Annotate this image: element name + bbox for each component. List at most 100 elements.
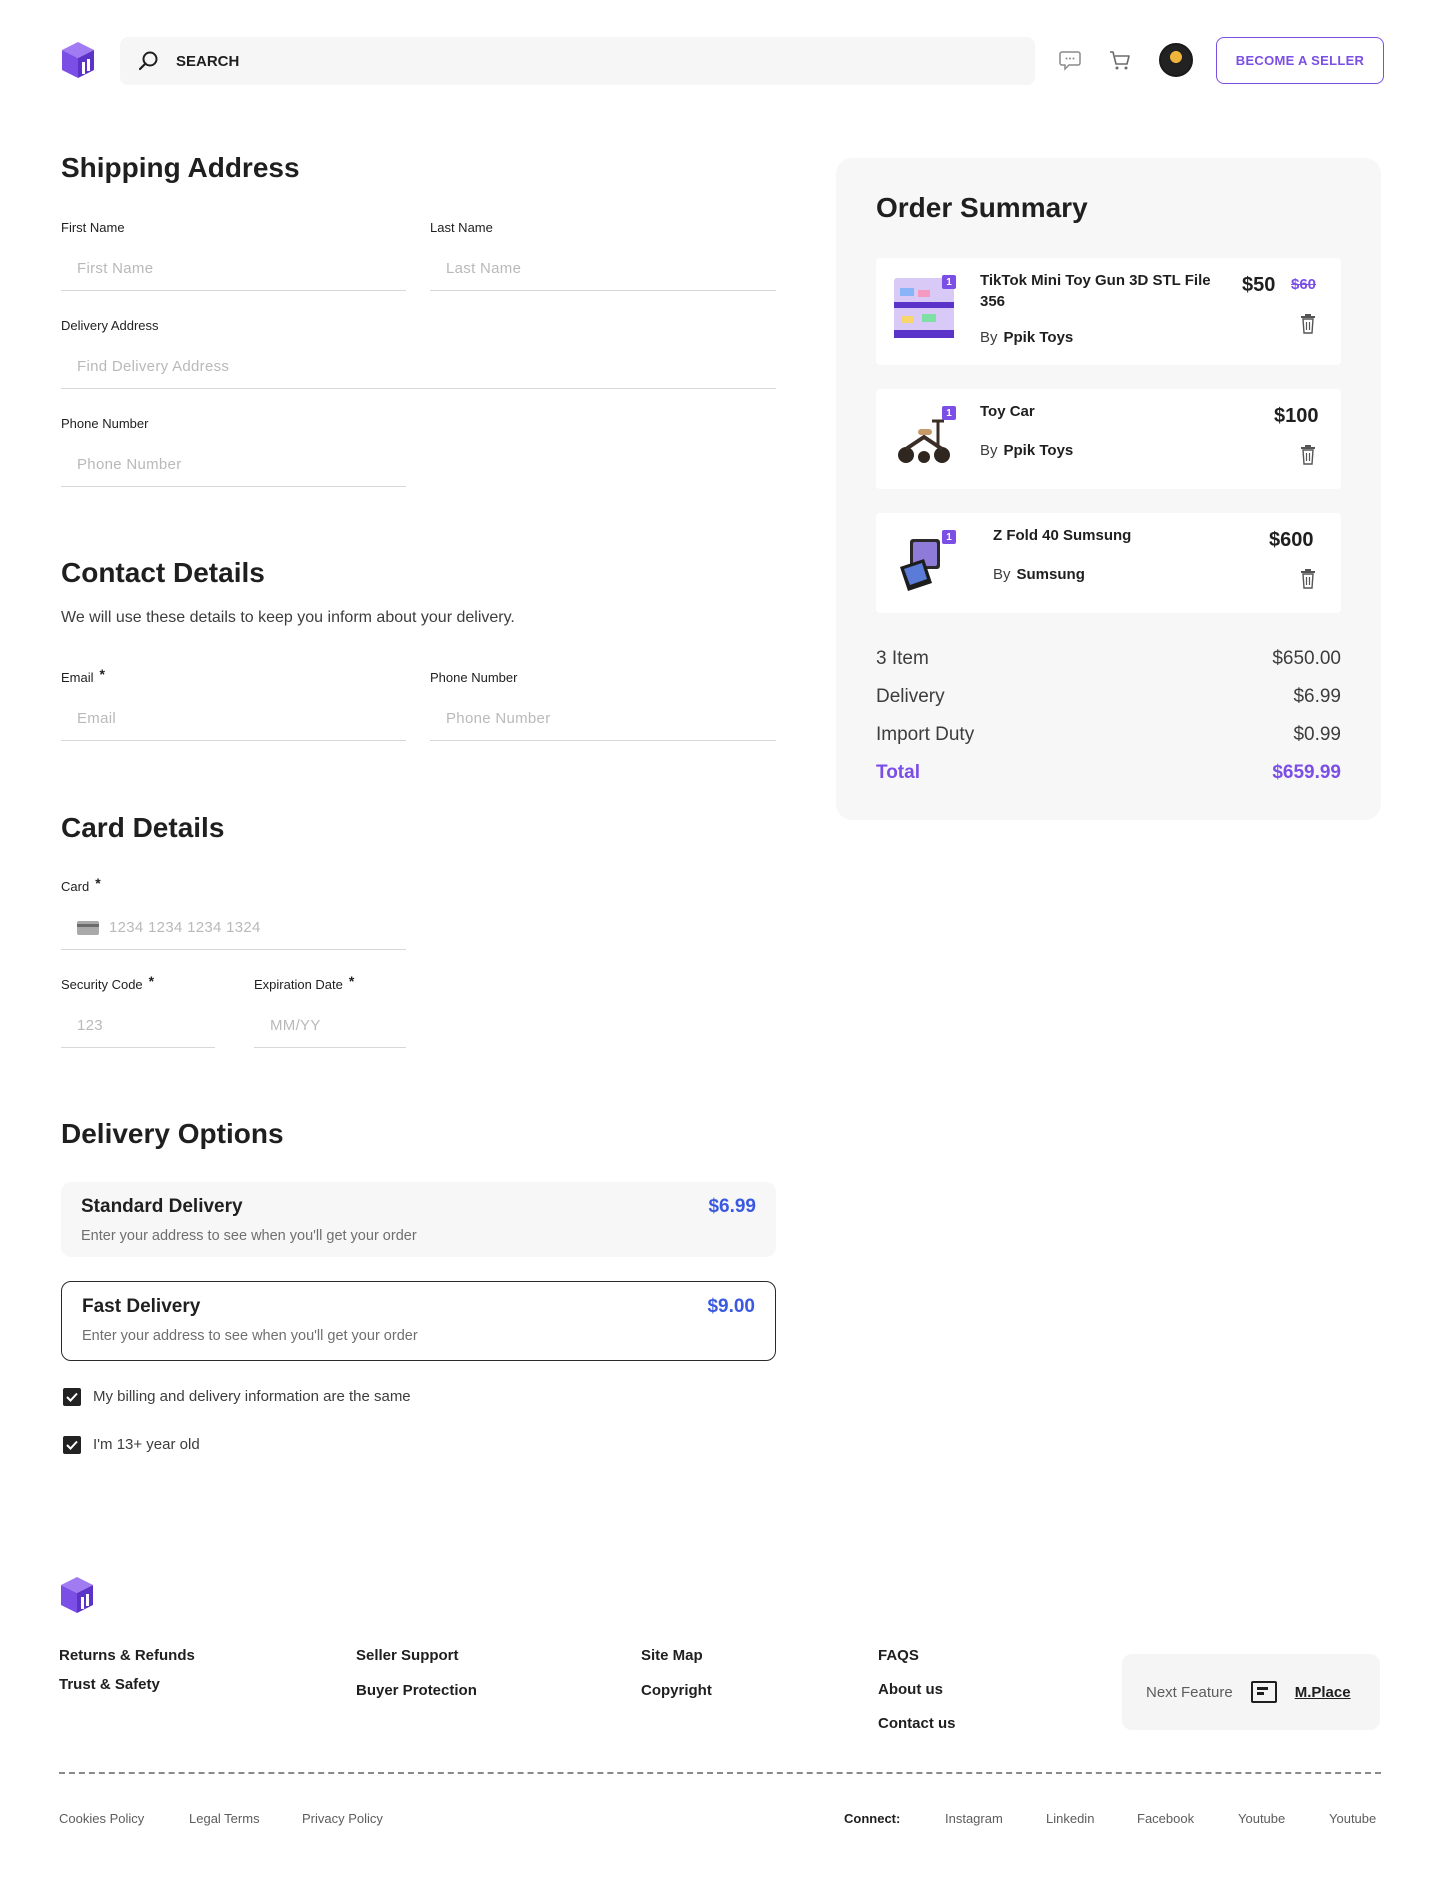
- age-confirm-label[interactable]: I'm 13+ year old: [93, 1436, 200, 1453]
- summary-row-import-duty: Import Duty $0.99: [876, 724, 1341, 745]
- footer-link-copyright[interactable]: Copyright: [641, 1682, 712, 1699]
- order-summary-panel: Order Summary 1 TikTok Mini Toy Gun 3D S…: [836, 158, 1381, 820]
- next-feature-box: Next Feature M.Place: [1122, 1654, 1380, 1730]
- credit-card-icon: [77, 920, 99, 935]
- fast-delivery-option[interactable]: Fast Delivery Enter your address to see …: [61, 1281, 776, 1361]
- required-mark: *: [95, 875, 101, 891]
- security-code-field[interactable]: [61, 1004, 215, 1048]
- card-number-field[interactable]: [61, 906, 406, 950]
- shipping-phone-input[interactable]: [77, 456, 406, 473]
- last-name-field[interactable]: [430, 247, 776, 291]
- email-label: Email *: [61, 666, 105, 685]
- summary-row-delivery: Delivery $6.99: [876, 686, 1341, 707]
- email-input[interactable]: [77, 710, 406, 727]
- trash-icon[interactable]: [1300, 314, 1316, 334]
- shipping-phone-label: Phone Number: [61, 416, 149, 431]
- facebook-link[interactable]: Facebook: [1137, 1811, 1194, 1826]
- contact-phone-input[interactable]: [446, 710, 776, 727]
- order-summary-title: Order Summary: [876, 192, 1088, 223]
- standard-delivery-option[interactable]: Standard Delivery Enter your address to …: [61, 1182, 776, 1257]
- option-price: $9.00: [707, 1296, 755, 1317]
- required-mark: *: [148, 973, 155, 989]
- quantity-badge: 1: [942, 275, 956, 289]
- youtube-link[interactable]: Youtube: [1238, 1811, 1285, 1826]
- order-item: 1 TikTok Mini Toy Gun 3D STL File 356 By…: [876, 258, 1341, 365]
- footer-link-site-map[interactable]: Site Map: [641, 1647, 703, 1664]
- contact-details-title: Contact Details: [61, 557, 265, 588]
- order-item: 1 Z Fold 40 Sumsung By Sumsung $600: [876, 513, 1341, 613]
- delivery-address-label: Delivery Address: [61, 318, 159, 333]
- item-old-price: $60: [1291, 276, 1317, 293]
- trash-icon[interactable]: [1300, 569, 1316, 589]
- item-seller: By Ppik Toys: [980, 442, 1074, 459]
- first-name-input[interactable]: [77, 260, 406, 277]
- expiration-date-label: Expiration Date *: [254, 973, 355, 992]
- billing-same-checkbox[interactable]: [63, 1388, 81, 1406]
- footer-link-returns[interactable]: Returns & Refunds: [59, 1647, 195, 1664]
- item-price: $50: [1242, 274, 1276, 296]
- security-code-label: Security Code *: [61, 973, 155, 992]
- contact-phone-field[interactable]: [430, 697, 776, 741]
- footer-link-trust[interactable]: Trust & Safety: [59, 1676, 160, 1693]
- legal-terms-link[interactable]: Legal Terms: [189, 1811, 260, 1826]
- footer-link-contact[interactable]: Contact us: [878, 1715, 956, 1732]
- required-mark: *: [348, 973, 355, 989]
- footer-link-faqs[interactable]: FAQS: [878, 1647, 919, 1664]
- security-code-input[interactable]: [77, 1017, 215, 1034]
- required-mark: *: [99, 666, 105, 682]
- first-name-label: First Name: [61, 220, 125, 235]
- first-name-field[interactable]: [61, 247, 406, 291]
- shipping-phone-field[interactable]: [61, 443, 406, 487]
- footer-link-seller-support[interactable]: Seller Support: [356, 1647, 459, 1664]
- privacy-policy-link[interactable]: Privacy Policy: [302, 1811, 383, 1826]
- billing-same-label[interactable]: My billing and delivery information are …: [93, 1388, 411, 1405]
- brand-logo-icon[interactable]: [60, 40, 96, 80]
- checkmark-icon: [66, 1392, 78, 1402]
- footer-link-buyer-protection[interactable]: Buyer Protection: [356, 1682, 477, 1699]
- search-icon: [138, 51, 158, 71]
- youtube-link-2[interactable]: Youtube: [1329, 1811, 1376, 1826]
- quantity-badge: 1: [942, 406, 956, 420]
- delivery-options-title: Delivery Options: [61, 1118, 284, 1149]
- shipping-address-title: Shipping Address: [61, 152, 300, 183]
- next-feature-link[interactable]: M.Place: [1295, 1684, 1351, 1701]
- delivery-address-input[interactable]: [77, 358, 776, 375]
- search-input[interactable]: [176, 52, 976, 70]
- last-name-input[interactable]: [446, 260, 776, 277]
- expiration-date-input[interactable]: [270, 1017, 406, 1034]
- option-description: Enter your address to see when you'll ge…: [82, 1328, 418, 1344]
- user-avatar[interactable]: [1159, 43, 1193, 77]
- cookies-policy-link[interactable]: Cookies Policy: [59, 1811, 144, 1826]
- age-confirm-checkbox[interactable]: [63, 1436, 81, 1454]
- card-number-input[interactable]: [109, 919, 406, 936]
- option-price: $6.99: [708, 1196, 756, 1217]
- item-name: Z Fold 40 Sumsung: [993, 527, 1132, 544]
- email-field[interactable]: [61, 697, 406, 741]
- summary-row-items: 3 Item $650.00: [876, 648, 1341, 669]
- checkmark-icon: [66, 1440, 78, 1450]
- linkedin-link[interactable]: Linkedin: [1046, 1811, 1094, 1826]
- contact-phone-label: Phone Number: [430, 670, 518, 685]
- card-label: Card *: [61, 875, 101, 894]
- cart-icon[interactable]: [1107, 47, 1133, 73]
- item-price: $100: [1274, 405, 1319, 427]
- contact-details-subtitle: We will use these details to keep you in…: [61, 609, 515, 626]
- next-feature-label: Next Feature: [1146, 1683, 1233, 1701]
- item-price: $600: [1269, 529, 1314, 551]
- footer-divider: [59, 1772, 1381, 1774]
- become-seller-button[interactable]: BECOME A SELLER: [1216, 37, 1384, 84]
- search-bar[interactable]: [120, 37, 1035, 85]
- delivery-address-field[interactable]: [61, 345, 776, 389]
- trash-icon[interactable]: [1300, 445, 1316, 465]
- instagram-link[interactable]: Instagram: [945, 1811, 1003, 1826]
- item-name: TikTok Mini Toy Gun 3D STL File 356: [980, 272, 1211, 310]
- item-seller: By Ppik Toys: [980, 329, 1074, 346]
- item-seller: By Sumsung: [993, 566, 1085, 583]
- option-title: Fast Delivery: [82, 1296, 201, 1317]
- expiration-date-field[interactable]: [254, 1004, 406, 1048]
- order-item: 1 Toy Car By Ppik Toys $100: [876, 389, 1341, 489]
- chat-icon[interactable]: [1057, 47, 1083, 73]
- option-description: Enter your address to see when you'll ge…: [81, 1228, 417, 1244]
- footer-link-about[interactable]: About us: [878, 1681, 943, 1698]
- footer-logo-icon[interactable]: [59, 1575, 95, 1615]
